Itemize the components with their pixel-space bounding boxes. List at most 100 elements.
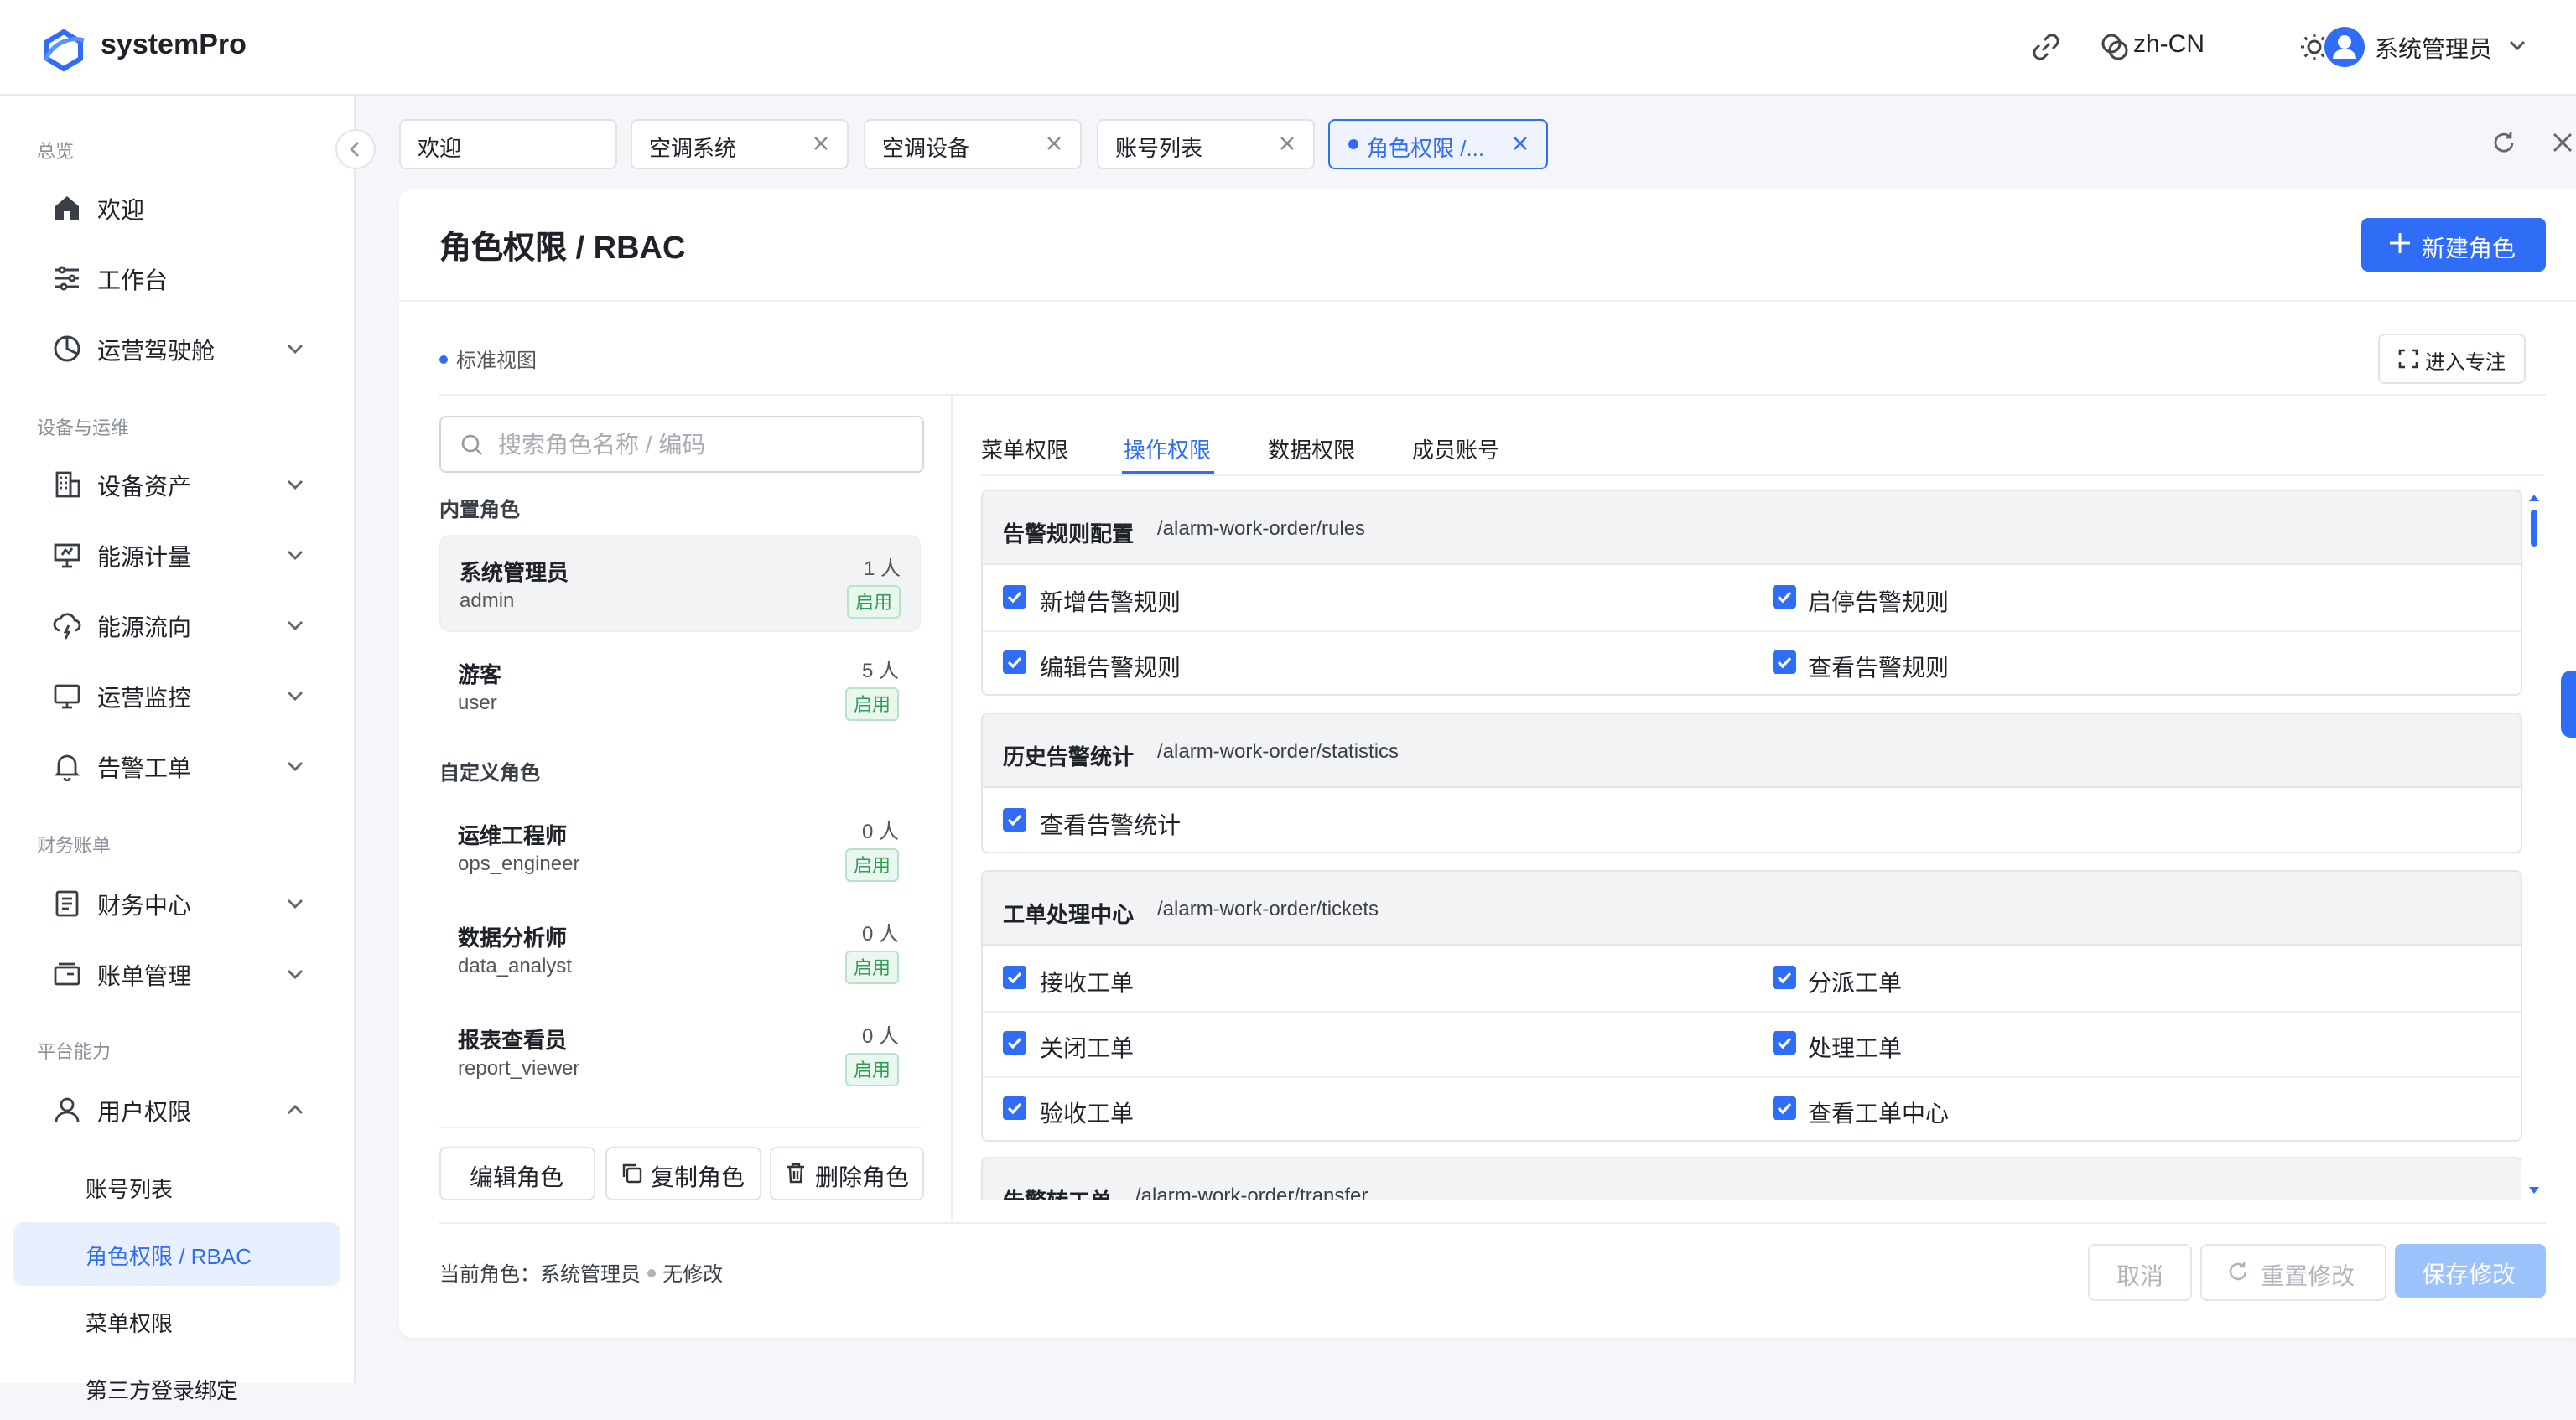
permission-label[interactable]: 查看告警统计 (1040, 808, 1181, 842)
permission-checkbox[interactable] (1773, 966, 1796, 989)
tab-label: 角色权限 /... (1367, 136, 1485, 161)
tab-ac-system[interactable]: 空调系统 (631, 119, 849, 169)
permission-checkbox[interactable] (1003, 808, 1026, 832)
save-changes-button[interactable]: 保存修改 (2395, 1244, 2546, 1298)
delete-role-button[interactable]: 删除角色 (770, 1147, 924, 1200)
role-search-input[interactable] (495, 417, 921, 471)
refresh-icon[interactable] (2490, 129, 2517, 156)
permission-checkbox[interactable] (1003, 966, 1026, 989)
focus-mode-label: 进入专注 (2425, 350, 2506, 374)
role-member-count: 5 人 (861, 659, 899, 682)
permission-label[interactable]: 关闭工单 (1040, 1031, 1134, 1065)
permission-label[interactable]: 新增告警规则 (1040, 585, 1181, 619)
tab-ac-device[interactable]: 空调设备 (864, 119, 1082, 169)
role-item-ops-engineer[interactable]: 运维工程师 ops_engineer 0 人 启用 (439, 800, 917, 894)
permission-group-alarm-rules: 告警规则配置 /alarm-work-order/rules 新增告警规则 启停… (981, 490, 2522, 696)
sidebar-item-energy-flow[interactable]: 能源流向 (13, 593, 340, 657)
tab-account-list[interactable]: 账号列表 (1097, 119, 1315, 169)
sidebar-item-label: 工作台 (97, 267, 168, 293)
role-item-data-analyst[interactable]: 数据分析师 data_analyst 0 人 启用 (439, 902, 917, 996)
permission-row: 验收工单 查看工单中心 (983, 1076, 2521, 1140)
sidebar-item-monitoring[interactable]: 运营监控 (13, 664, 340, 728)
sidebar-item-billing[interactable]: 账单管理 (13, 942, 340, 1006)
building-icon (55, 471, 80, 498)
sidebar-subitem-rbac[interactable]: 角色权限 / RBAC (13, 1222, 340, 1286)
settings-drawer-button[interactable] (2561, 671, 2576, 738)
sidebar-item-workbench[interactable]: 工作台 (13, 246, 340, 310)
permission-checkbox[interactable] (1773, 585, 1796, 609)
column-divider (951, 394, 953, 1222)
chevron-down-icon[interactable] (2506, 34, 2529, 57)
sidebar-item-assets[interactable]: 设备资产 (13, 453, 340, 516)
tab-label: 空调设备 (882, 136, 970, 161)
role-item-report-viewer[interactable]: 报表查看员 report_viewer 0 人 启用 (439, 1004, 917, 1098)
divider (439, 394, 2546, 396)
tab-member-accounts[interactable]: 成员账号 (1412, 433, 1499, 464)
check-icon (1007, 1102, 1022, 1115)
close-icon[interactable] (1511, 134, 1530, 153)
close-icon[interactable] (812, 134, 830, 153)
sidebar-item-finance-center[interactable]: 财务中心 (13, 872, 340, 935)
permission-checkbox[interactable] (1773, 1031, 1796, 1055)
permission-group-header: 告警转工单 /alarm-work-order/transfer (983, 1158, 2521, 1200)
check-icon (1007, 591, 1022, 604)
permission-checkbox[interactable] (1773, 650, 1796, 674)
permission-label[interactable]: 启停告警规则 (1808, 585, 1949, 619)
close-icon[interactable] (1045, 134, 1063, 153)
tab-welcome[interactable]: 欢迎 (399, 119, 617, 169)
permission-label[interactable]: 验收工单 (1040, 1096, 1134, 1130)
sidebar-item-label: 角色权限 / RBAC (86, 1244, 252, 1269)
tab-data-permissions[interactable]: 数据权限 (1268, 433, 1355, 464)
sidebar-subitem-menu-permissions[interactable]: 菜单权限 (13, 1289, 340, 1353)
permission-row: 关闭工单 处理工单 (983, 1011, 2521, 1078)
permission-checkbox[interactable] (1003, 1031, 1026, 1055)
sidebar-group-overview: 总览 (37, 143, 74, 163)
permission-checkbox[interactable] (1003, 1096, 1026, 1120)
role-item-user[interactable]: 游客 user 5 人 启用 (439, 639, 917, 733)
sidebar-item-user-permissions[interactable]: 用户权限 (13, 1078, 340, 1142)
avatar[interactable] (2324, 27, 2365, 67)
permission-label[interactable]: 查看告警规则 (1808, 650, 1949, 684)
permission-checkbox[interactable] (1003, 650, 1026, 674)
copy-role-button[interactable]: 复制角色 (605, 1147, 761, 1200)
edit-role-button[interactable]: 编辑角色 (439, 1147, 595, 1200)
translate-icon[interactable] (2098, 30, 2132, 64)
language-switch[interactable]: zh-CN (2133, 30, 2205, 59)
link-icon[interactable] (2029, 30, 2063, 64)
sidebar-subitem-accounts[interactable]: 账号列表 (13, 1155, 340, 1219)
role-search[interactable] (439, 416, 924, 473)
permission-group-alarm-statistics: 历史告警统计 /alarm-work-order/statistics 查看告警… (981, 713, 2522, 853)
permission-label[interactable]: 处理工单 (1808, 1031, 1902, 1065)
permission-label[interactable]: 编辑告警规则 (1040, 650, 1181, 684)
sidebar-item-welcome[interactable]: 欢迎 (13, 176, 340, 240)
focus-mode-button[interactable]: 进入专注 (2378, 334, 2526, 384)
status-badge: 启用 (845, 951, 899, 984)
user-name[interactable]: 系统管理员 (2375, 32, 2492, 65)
sidebar-item-cockpit[interactable]: 运营驾驶舱 (13, 317, 340, 381)
permission-label[interactable]: 查看工单中心 (1808, 1096, 1949, 1130)
permission-checkbox[interactable] (1773, 1096, 1796, 1120)
reset-changes-button[interactable]: 重置修改 (2200, 1244, 2386, 1301)
permission-row: 查看告警统计 (983, 788, 2521, 852)
page-title: 角色权限 / RBAC (439, 231, 686, 267)
permission-label[interactable]: 分派工单 (1808, 966, 1902, 999)
sidebar-item-alarm-orders[interactable]: 告警工单 (13, 734, 340, 798)
permission-scrollbar[interactable] (2527, 488, 2541, 1200)
tab-operation-permissions[interactable]: 操作权限 (1124, 433, 1211, 464)
new-role-button[interactable]: 新建角色 (2361, 218, 2546, 272)
close-all-icon[interactable] (2549, 129, 2576, 156)
tab-rbac[interactable]: 角色权限 /... (1328, 119, 1548, 169)
permission-label[interactable]: 接收工单 (1040, 966, 1134, 999)
sidebar-subitem-third-party-login[interactable]: 第三方登录绑定 (13, 1356, 340, 1420)
sidebar-item-label: 用户权限 (97, 1098, 191, 1125)
tab-menu-permissions[interactable]: 菜单权限 (981, 433, 1068, 464)
cancel-button[interactable]: 取消 (2088, 1244, 2192, 1301)
permission-checkbox[interactable] (1003, 585, 1026, 609)
role-item-admin[interactable]: 系统管理员 admin 1 人 启用 (439, 535, 921, 632)
sidebar-item-metering[interactable]: 能源计量 (13, 523, 340, 587)
check-icon (1777, 591, 1792, 604)
cloud-flow-icon (53, 613, 81, 640)
sidebar-collapse-button[interactable] (335, 129, 376, 169)
sidebar-item-label: 告警工单 (97, 754, 191, 781)
close-icon[interactable] (1278, 134, 1296, 153)
